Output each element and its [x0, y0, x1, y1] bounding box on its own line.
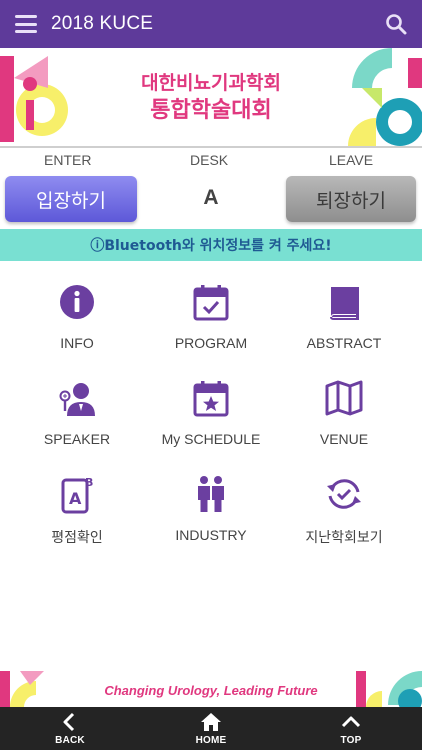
menu-item-venue[interactable]: VENUE: [274, 372, 414, 462]
menu-item-industry[interactable]: INDUSTRY: [141, 468, 281, 558]
speaker-icon: [59, 383, 95, 416]
app-bar: 2018 KUCE: [0, 0, 422, 48]
calendar-check-icon: [193, 285, 229, 321]
people-icon: [198, 476, 224, 512]
calendar-star-icon: [193, 381, 229, 417]
attendance-controls: 입장하기 A 퇴장하기: [0, 176, 422, 224]
nav-back-label: BACK: [55, 735, 85, 746]
menu-item-label: SPEAKER: [43, 431, 111, 447]
menu-item-abstract[interactable]: ABSTRACT: [274, 276, 414, 366]
info-icon: [60, 285, 94, 319]
menu-item-speaker[interactable]: SPEAKER: [7, 372, 147, 462]
desk-value: A: [203, 186, 219, 209]
attendance-labels: ENTER DESK LEAVE: [0, 152, 422, 172]
menu-item-grade[interactable]: A B 평점확인: [7, 468, 147, 558]
conference-banner: 대한비뇨기과학회 통합학술대회: [0, 48, 422, 146]
divider: [0, 146, 422, 148]
menu-icon[interactable]: [15, 15, 37, 33]
search-icon[interactable]: [384, 12, 408, 36]
menu-item-my-schedule[interactable]: My SCHEDULE: [141, 372, 281, 462]
menu-item-info[interactable]: INFO: [7, 276, 147, 366]
nav-back-button[interactable]: BACK: [30, 707, 110, 750]
menu-item-label: PROGRAM: [174, 335, 248, 351]
menu-item-label: VENUE: [319, 431, 369, 447]
menu-item-program[interactable]: PROGRAM: [141, 276, 281, 366]
tablet-grade-icon: A B: [61, 476, 93, 514]
leave-label: LEAVE: [329, 152, 374, 168]
home-icon: [201, 713, 221, 731]
banner-title-line2: 통합학술대회: [150, 98, 272, 123]
back-icon: [63, 712, 75, 732]
footer-banner: Changing Urology, Leading Future: [0, 671, 422, 707]
footer-slogan: Changing Urology, Leading Future: [104, 683, 318, 698]
menu-item-label: ABSTRACT: [306, 335, 382, 351]
nav-top-button[interactable]: TOP: [311, 707, 391, 750]
enter-button[interactable]: 입장하기: [5, 176, 137, 222]
menu-item-label: INDUSTRY: [175, 527, 247, 543]
map-icon: [325, 380, 363, 416]
history-icon: [327, 479, 361, 509]
app-title: 2018 KUCE: [51, 13, 154, 34]
chevron-up-icon: [341, 716, 361, 728]
menu-item-label: INFO: [60, 335, 94, 351]
menu-item-label: 지난학회보기: [305, 529, 383, 545]
banner-title-line1: 대한비뇨기과학회: [141, 72, 281, 94]
nav-top-label: TOP: [340, 735, 362, 746]
menu-item-label: 평점확인: [51, 529, 103, 545]
enter-label: ENTER: [44, 152, 92, 168]
nav-home-label: HOME: [195, 735, 227, 746]
desk-label: DESK: [190, 152, 229, 168]
svg-text:B: B: [85, 476, 93, 489]
menu-item-label: My SCHEDULE: [161, 431, 261, 447]
nav-home-button[interactable]: HOME: [171, 707, 251, 750]
leave-button[interactable]: 퇴장하기: [286, 176, 416, 222]
bluetooth-notice: ⓘBluetooth와 위치정보를 켜 주세요!: [0, 229, 422, 261]
book-icon: [330, 287, 359, 320]
svg-text:A: A: [69, 489, 82, 508]
menu-item-past-conferences[interactable]: 지난학회보기: [274, 468, 414, 558]
bottom-nav: BACK HOME TOP: [0, 707, 422, 750]
